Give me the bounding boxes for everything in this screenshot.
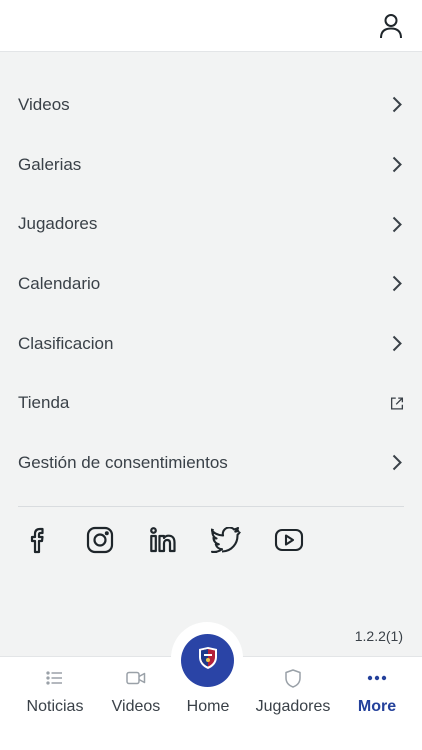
external-link-icon [390, 394, 404, 412]
menu-divider [18, 506, 404, 507]
menu-item-jugadores[interactable]: Jugadores [0, 194, 422, 254]
more-menu: Videos Galerias Jugadores Calendario Cla… [0, 75, 422, 493]
app-version: 1.2.2(1) [354, 628, 403, 644]
menu-item-label: Videos [18, 94, 70, 114]
top-header [0, 0, 422, 52]
social-links [18, 522, 308, 558]
video-icon [126, 661, 146, 695]
menu-item-galerias[interactable]: Galerias [0, 135, 422, 195]
twitter-icon[interactable] [207, 522, 245, 558]
chevron-right-icon [390, 275, 404, 293]
shield-icon [285, 661, 301, 695]
youtube-icon[interactable] [270, 522, 308, 558]
linkedin-icon[interactable] [144, 522, 182, 558]
tab-label: Videos [111, 698, 161, 715]
chevron-right-icon [390, 215, 404, 233]
tab-more[interactable]: More [352, 657, 402, 727]
tab-label: Home [186, 698, 230, 715]
user-icon[interactable] [378, 12, 404, 40]
tab-label: More [357, 698, 397, 715]
tab-jugadores[interactable]: Jugadores [250, 657, 336, 727]
menu-item-label: Calendario [18, 273, 101, 293]
chevron-right-icon [390, 96, 404, 114]
facebook-icon[interactable] [18, 522, 56, 558]
menu-item-calendario[interactable]: Calendario [0, 254, 422, 314]
more-dots-icon [367, 661, 387, 695]
menu-item-clasificacion[interactable]: Clasificacion [0, 314, 422, 374]
club-crest-icon [197, 646, 219, 675]
list-icon [46, 661, 64, 695]
tab-label: Jugadores [255, 698, 331, 715]
tab-label: Noticias [26, 698, 84, 715]
chevron-right-icon [390, 335, 404, 353]
menu-item-tienda[interactable]: Tienda [0, 373, 422, 433]
menu-item-label: Clasificacion [18, 333, 114, 353]
instagram-icon[interactable] [81, 522, 119, 558]
tab-noticias[interactable]: Noticias [20, 657, 90, 727]
menu-item-label: Tienda [18, 393, 70, 413]
chevron-right-icon [390, 454, 404, 472]
menu-item-consentimientos[interactable]: Gestión de consentimientos [0, 433, 422, 493]
tab-videos[interactable]: Videos [105, 657, 167, 727]
menu-item-label: Jugadores [18, 214, 98, 234]
home-button[interactable] [181, 634, 234, 687]
chevron-right-icon [390, 156, 404, 174]
menu-item-videos[interactable]: Videos [0, 75, 422, 135]
menu-item-label: Gestión de consentimientos [18, 452, 228, 472]
menu-item-label: Galerias [18, 154, 82, 174]
